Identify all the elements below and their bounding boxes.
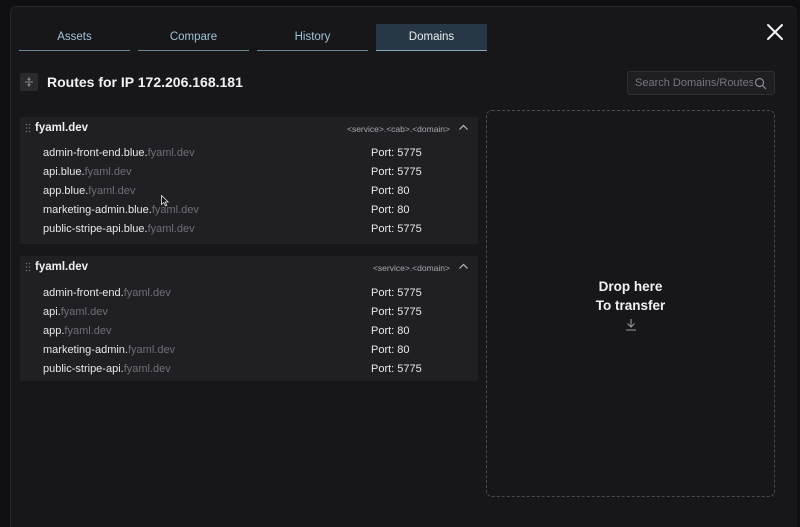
page-title: Routes for IP 172.206.168.181 <box>47 74 243 90</box>
route-host: api.blue.fyaml.dev <box>43 166 132 178</box>
drop-zone-label: Drop here To transfer <box>595 278 666 313</box>
close-icon <box>767 24 783 40</box>
search-box <box>627 71 775 95</box>
route-port: Port: 5775 <box>371 287 422 299</box>
route-host: marketing-admin.blue.fyaml.dev <box>43 204 199 216</box>
route-row[interactable]: api.fyaml.dev Port: 5775 <box>20 303 478 322</box>
domain-group-title: fyaml.dev <box>35 261 89 273</box>
route-row[interactable]: marketing-admin.fyaml.dev Port: 80 <box>20 341 478 360</box>
route-port: Port: 5775 <box>371 166 422 178</box>
route-port: Port: 80 <box>371 204 410 216</box>
route-port: Port: 5775 <box>371 223 422 235</box>
route-port: Port: 80 <box>371 344 410 356</box>
drag-handle-icon[interactable] <box>25 123 31 133</box>
route-host: api.fyaml.dev <box>43 306 108 318</box>
drop-zone[interactable]: Drop here To transfer <box>486 110 775 497</box>
mouse-cursor-icon <box>161 195 169 207</box>
close-button[interactable] <box>765 22 785 42</box>
tab-history[interactable]: History <box>257 24 368 51</box>
route-row[interactable]: admin-front-end.blue.fyaml.dev Port: 577… <box>20 144 478 163</box>
route-port: Port: 80 <box>371 325 410 337</box>
route-row[interactable]: public-stripe-api.fyaml.dev Port: 5775 <box>20 360 478 379</box>
route-host: app.blue.fyaml.dev <box>43 185 136 197</box>
search-input[interactable] <box>628 77 753 89</box>
collapse-all-button[interactable] <box>20 73 38 91</box>
route-host: admin-front-end.fyaml.dev <box>43 287 171 299</box>
chevron-up-icon[interactable] <box>458 261 469 272</box>
route-host: admin-front-end.blue.fyaml.dev <box>43 147 195 159</box>
routing-pattern: <service>.<cab>.<domain> <box>346 124 450 134</box>
route-row[interactable]: admin-front-end.fyaml.dev Port: 5775 <box>20 284 478 303</box>
route-host: public-stripe-api.blue.fyaml.dev <box>43 223 195 235</box>
tab-compare[interactable]: Compare <box>138 24 249 51</box>
route-row[interactable]: api.blue.fyaml.dev Port: 5775 <box>20 163 478 182</box>
route-row[interactable]: marketing-admin.blue.fyaml.dev Port: 80 <box>20 201 478 220</box>
search-icon[interactable] <box>754 77 767 90</box>
tab-domains[interactable]: Domains <box>376 24 487 51</box>
tab-bar: Assets Compare History Domains <box>19 24 487 51</box>
route-port: Port: 80 <box>371 185 410 197</box>
route-row[interactable]: public-stripe-api.blue.fyaml.dev Port: 5… <box>20 220 478 239</box>
route-port: Port: 5775 <box>371 363 422 375</box>
route-port: Port: 5775 <box>371 306 422 318</box>
routing-pattern: <service>.<domain> <box>372 263 450 273</box>
tab-assets[interactable]: Assets <box>19 24 130 51</box>
chevron-up-icon[interactable] <box>458 122 469 133</box>
download-arrow-icon <box>625 318 636 331</box>
domain-group-title: fyaml.dev <box>35 122 89 134</box>
domain-group-header: fyaml.dev <service>.<cab>.<domain> <box>20 117 478 139</box>
domain-group-panel: fyaml.dev <service>.<cab>.<domain> admin… <box>20 117 478 244</box>
route-host: app.fyaml.dev <box>43 325 112 337</box>
domain-group-panel: fyaml.dev <service>.<domain> admin-front… <box>20 256 478 381</box>
page-header: Routes for IP 172.206.168.181 <box>20 73 243 91</box>
route-port: Port: 5775 <box>371 147 422 159</box>
drag-handle-icon[interactable] <box>25 262 31 272</box>
route-host: public-stripe-api.fyaml.dev <box>43 363 171 375</box>
domain-group-header: fyaml.dev <service>.<domain> <box>20 256 478 278</box>
collapse-icon <box>25 77 33 87</box>
route-host: marketing-admin.fyaml.dev <box>43 344 176 356</box>
route-row[interactable]: app.blue.fyaml.dev Port: 80 <box>20 182 478 201</box>
route-row[interactable]: app.fyaml.dev Port: 80 <box>20 322 478 341</box>
